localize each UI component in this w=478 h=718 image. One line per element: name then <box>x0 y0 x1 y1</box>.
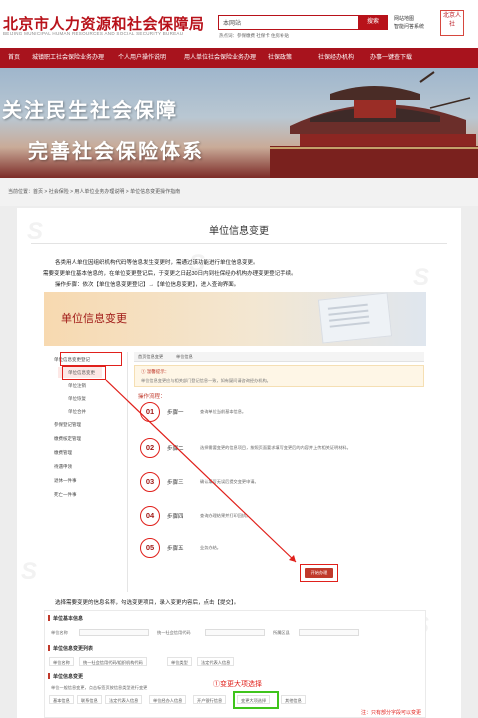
banner-slogan-1: 关注民生社会保障 <box>2 100 178 122</box>
article-paragraph: 各类用人单位因组织机构代码等信息发生变更时，需通过该功能进行单位信息变更。 <box>55 260 259 266</box>
nav-item-agencies[interactable]: 社保经办机构 <box>318 48 354 68</box>
form-label: 统一社会信用代码 <box>157 630 191 635</box>
title-divider <box>31 243 447 244</box>
item-tab[interactable]: 单位经办人信息 <box>149 695 187 704</box>
top-links: 网站地图 智能问答系统 <box>394 15 424 31</box>
page: 北京市人力资源和社会保障局 BEIJING MUNICIPAL HUMAN RE… <box>0 0 478 718</box>
watermark: S <box>413 264 430 291</box>
change-tab[interactable]: 法定代表人信息 <box>197 657 235 666</box>
callout-label: ①变更大项选择 <box>213 681 262 688</box>
article-paragraph: 操作步骤：依次【单位信息变更登记】→【单位信息变更】，进入查询界面。 <box>55 282 240 288</box>
item-tab[interactable]: 联系信息 <box>77 695 102 704</box>
site-logo-english: BEIJING MUNICIPAL HUMAN RESOURCES AND SO… <box>3 31 184 36</box>
item-tab[interactable]: 开户银行信息 <box>193 695 227 704</box>
item-tab[interactable]: 其他信息 <box>281 695 306 704</box>
item-tab[interactable]: 法定代表人信息 <box>105 695 143 704</box>
emblem-text: 北京人社 <box>442 13 461 28</box>
form-input-credit-code[interactable] <box>205 629 265 636</box>
watermark: S <box>21 558 38 585</box>
change-item-tabs: 基本信息 联系信息 法定代表人信息 单位经办人信息 开户银行信息 变更大项选择 … <box>49 695 409 705</box>
banner-slogan-2: 完善社会保险体系 <box>28 141 204 163</box>
hero-banner: 关注民生社会保障 完善社会保险体系 <box>0 68 478 178</box>
content-area: S S S S S 单位信息变更 各类用人单位因组织机构代码等信息发生变更时，需… <box>0 206 478 718</box>
palace-image <box>270 71 478 178</box>
article: S S S S S 单位信息变更 各类用人单位因组织机构代码等信息发生变更时，需… <box>17 208 461 718</box>
search-button[interactable]: 搜索 <box>358 15 388 30</box>
main-nav: 首页 城镇职工社会保险业务办理 个人用户操作说明 用人单位社会保险业务办理 社保… <box>0 48 478 68</box>
form-section-basic: 单位基本信息 <box>48 615 83 622</box>
guide-screenshot-1: 单位信息变更 单位信息变更登记 单位信息变更 单位注销 单位恢复 单位合并 参保… <box>44 292 426 592</box>
sitemap-link[interactable]: 网站地图 <box>394 15 424 23</box>
form-input-district[interactable] <box>299 629 359 636</box>
site-header: 北京市人力资源和社会保障局 BEIJING MUNICIPAL HUMAN RE… <box>0 0 478 48</box>
article-paragraph: 选择需要变更的信息名称，勾选变更项目，录入变更内容后，点击【提交】。 <box>55 600 240 606</box>
nav-item-employer-insurance[interactable]: 用人单位社会保险业务办理 <box>184 48 256 68</box>
breadcrumb[interactable]: 当前位置：首页 > 社会保险 > 用人单位业务办理说明 > 单位信息变更操作指南 <box>8 188 180 195</box>
nav-item-personal-guide[interactable]: 个人用户操作说明 <box>118 48 166 68</box>
form-label: 单位名称 <box>51 630 68 635</box>
change-tab[interactable]: 统一社会信用代码/组织机构代码 <box>79 657 147 666</box>
form-label: 所属区县 <box>273 630 290 635</box>
form-input-unit-name[interactable] <box>79 629 149 636</box>
arrow-overlay <box>105 379 297 563</box>
change-tab[interactable]: 单位类型 <box>167 657 192 666</box>
search-box: 搜索 <box>218 15 388 30</box>
nav-item-home[interactable]: 首页 <box>8 48 20 68</box>
form-sub-note: 单位一般信息变更，点击标签页按信息类型进行变更 <box>51 685 148 690</box>
change-tab[interactable]: 单位名称 <box>49 657 74 666</box>
green-highlight-box <box>233 691 279 709</box>
search-input[interactable] <box>219 16 359 29</box>
form-section-info-change: 单位信息变更 <box>48 673 83 680</box>
article-paragraph: 需要变更单位基本信息的，在单位变更登记后，于变更之日起30日内到社保经办机构办理… <box>43 271 297 277</box>
guide-screenshot-2: 单位基本信息 单位名称 统一社会信用代码 所属区县 单位信息变更列表 单位名称 … <box>44 610 426 718</box>
guide-arrow <box>105 379 297 563</box>
hot-search-terms[interactable]: 热点词：参保缴费 社保卡 住房补贴 <box>219 33 289 39</box>
emblem-logo: 北京人社 <box>440 10 464 36</box>
callout-note: 注：只有部分字段可以变更 <box>361 710 422 716</box>
form-section-change-list: 单位信息变更列表 <box>48 645 93 652</box>
nav-item-downloads[interactable]: 办事一键查下载 <box>370 48 412 68</box>
nav-item-employee-insurance[interactable]: 城镇职工社会保险业务办理 <box>32 48 104 68</box>
breadcrumb-bar: 当前位置：首页 > 社会保险 > 用人单位业务办理说明 > 单位信息变更操作指南 <box>0 178 478 206</box>
nav-item-policy[interactable]: 社保政策 <box>268 48 292 68</box>
change-list-tabs: 单位名称 统一社会信用代码/组织机构代码 单位类型 法定代表人信息 <box>49 657 349 667</box>
article-title: 单位信息变更 <box>209 226 269 237</box>
qa-link[interactable]: 智能问答系统 <box>394 23 424 31</box>
item-tab[interactable]: 基本信息 <box>49 695 74 704</box>
